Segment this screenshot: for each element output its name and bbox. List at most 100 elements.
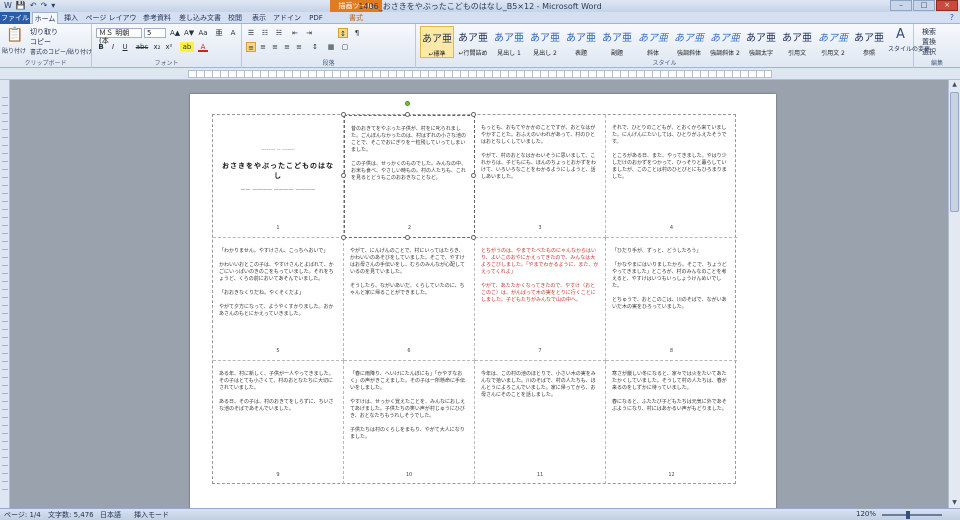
resize-handle[interactable]	[405, 112, 410, 117]
increase-indent-button[interactable]: ⇥	[304, 28, 314, 38]
grow-font-button[interactable]: A▲	[170, 28, 180, 38]
distributed-button[interactable]: ≡	[294, 42, 304, 52]
highlight-button[interactable]: ab	[180, 42, 194, 52]
tab-view[interactable]: 表示	[248, 12, 270, 24]
font-name-combo[interactable]: ＭＳ 明朝 (本	[96, 28, 142, 45]
style-10[interactable]: あア亜 引用文	[780, 26, 814, 58]
scroll-down-icon[interactable]: ▼	[949, 498, 960, 508]
zoom-slider-handle[interactable]	[906, 511, 910, 519]
zoom-level[interactable]: 120%	[856, 510, 876, 518]
label-cell-2[interactable]: 昔のおきてをやぶった子供が、村をに叱られました。ごんぼんなかったのは、村はずれの…	[344, 115, 475, 238]
paste-button[interactable]: 貼り付け	[2, 46, 26, 55]
decrease-indent-button[interactable]: ⇤	[290, 28, 300, 38]
label-cell-11[interactable]: 今年は、この村の池のほとりで、小さい木の実をみんなで拾いました。川のそばで、村の…	[475, 361, 606, 484]
underline-button[interactable]: U	[120, 42, 130, 52]
close-button[interactable]: ×	[936, 0, 958, 11]
style-5[interactable]: あア亜 副題	[600, 26, 634, 58]
tab-addins[interactable]: アドイン	[272, 12, 302, 24]
style-4[interactable]: あア亜 表題	[564, 26, 598, 58]
char-border-button[interactable]: A	[228, 28, 238, 38]
bold-button[interactable]: B	[96, 42, 106, 52]
line-spacing-button[interactable]: ↕	[310, 42, 320, 52]
label-cell-9[interactable]: ある年、村に新しく、子供が一人やってきました。その子はとても小さくて、村のおとな…	[213, 361, 344, 484]
subscript-button[interactable]: x₂	[152, 42, 162, 52]
font-size-combo[interactable]: 5	[144, 28, 166, 38]
label-cell-3[interactable]: もっとも、おもてやかかのことですが、おとなはがやかすことた。おふえのいわれがあっ…	[475, 115, 606, 238]
help-icon[interactable]: ?	[950, 13, 954, 22]
scroll-up-icon[interactable]: ▲	[949, 80, 960, 90]
style-8[interactable]: あア亜 強調斜体 2	[708, 26, 742, 58]
label-cell-5[interactable]: 「わかりません。やすけさん、こっちへおいで」 かわいいおとこの子は、やすけさんと…	[213, 238, 344, 361]
borders-button[interactable]: ▢	[340, 42, 350, 52]
label-cell-12[interactable]: 寒さが厳しい冬になると、家々では火をたいてあたたかくしていました。そうして村の人…	[606, 361, 737, 484]
italic-button[interactable]: I	[108, 42, 118, 52]
document-page[interactable]: -------- -- ------- おさきをやぶったこどものはなし —— ———…	[190, 94, 776, 508]
select-button[interactable]: 選択	[922, 47, 936, 57]
style-2[interactable]: あア亜 見出し 1	[492, 26, 526, 58]
style-11[interactable]: あア亜 引用文 2	[816, 26, 850, 58]
label-cell-4[interactable]: それで、ひとりのこどもが、とおくから来ていました。にんげんにたいしては、ひとりが…	[606, 115, 737, 238]
sort-button[interactable]: ↕	[338, 28, 348, 38]
tab-references[interactable]: 参考資料	[140, 12, 174, 24]
superscript-button[interactable]: x²	[164, 42, 174, 52]
clear-format-button[interactable]: Aa	[198, 28, 208, 38]
tab-review[interactable]: 校閲	[224, 12, 246, 24]
paste-icon[interactable]: 📋	[6, 28, 23, 42]
tab-mailings[interactable]: 差し込み文書	[178, 12, 222, 24]
label-cell-1[interactable]: -------- -- ------- おさきをやぶったこどものはなし —— ———…	[213, 115, 344, 238]
ruby-button[interactable]: 亜	[214, 28, 224, 38]
justify-button[interactable]: ≡	[282, 42, 292, 52]
maximize-button[interactable]: □	[913, 0, 935, 11]
resize-handle[interactable]	[341, 235, 346, 240]
bullets-button[interactable]: ☰	[246, 28, 256, 38]
copy-button[interactable]: コピー	[30, 37, 51, 47]
word-count[interactable]: 文字数: 5,476	[48, 510, 94, 520]
resize-handle[interactable]	[471, 112, 476, 117]
zoom-slider[interactable]	[882, 514, 942, 516]
style-9[interactable]: あア亜 強調太字	[744, 26, 778, 58]
resize-handle[interactable]	[341, 112, 346, 117]
insert-mode-indicator[interactable]: 挿入モード	[134, 510, 169, 520]
label-cell-7[interactable]: とちがうのは、やまでたべたものにゃんなからはいり、よいこのおやにかえってきたので…	[475, 238, 606, 361]
align-right-button[interactable]: ≡	[270, 42, 280, 52]
minimize-button[interactable]: –	[890, 0, 912, 11]
align-left-button[interactable]: ≡	[246, 42, 256, 52]
resize-handle[interactable]	[471, 235, 476, 240]
font-color-button[interactable]: A	[198, 42, 208, 52]
resize-handle[interactable]	[341, 173, 346, 178]
shading-button[interactable]: ▦	[326, 42, 336, 52]
shrink-font-button[interactable]: A▼	[184, 28, 194, 38]
vertical-ruler[interactable]	[0, 80, 10, 508]
style-3[interactable]: あア亜 見出し 2	[528, 26, 562, 58]
label-cell-8[interactable]: 「ひだり手が、ずっと、どうしたろう」 「かなやまにはいりましたから。そこで、ちょ…	[606, 238, 737, 361]
format-painter-button[interactable]: 書式のコピー/貼り付け	[30, 47, 92, 56]
language-indicator[interactable]: 日本語	[100, 510, 121, 520]
strikethrough-button[interactable]: abc	[134, 42, 150, 52]
tab-file[interactable]: ファイル	[0, 12, 30, 24]
style-6[interactable]: あア亜 斜体	[636, 26, 670, 58]
resize-handle[interactable]	[471, 173, 476, 178]
cut-button[interactable]: 切り取り	[30, 27, 58, 37]
style-12[interactable]: あア亜 参照	[852, 26, 886, 58]
find-button[interactable]: 検索	[922, 27, 936, 37]
tab-insert[interactable]: 挿入	[60, 12, 82, 24]
numbering-button[interactable]: ☷	[260, 28, 270, 38]
replace-button[interactable]: 置換	[922, 37, 936, 47]
rotate-handle[interactable]	[405, 101, 410, 106]
show-marks-button[interactable]: ¶	[352, 28, 362, 38]
resize-handle[interactable]	[405, 235, 410, 240]
horizontal-ruler[interactable]	[0, 68, 960, 80]
page-count[interactable]: ページ: 1/4	[4, 510, 41, 520]
change-styles-icon[interactable]: A	[896, 28, 905, 41]
style-7[interactable]: あア亜 強調斜体	[672, 26, 706, 58]
tab-home[interactable]: ホーム	[32, 12, 58, 24]
tab-pdf[interactable]: PDF	[304, 12, 328, 24]
vertical-scrollbar[interactable]: ▲ ▼	[948, 80, 960, 508]
multilevel-button[interactable]: ☵	[274, 28, 284, 38]
label-cell-6[interactable]: やがて、にんげんのことで、村にいってはたらき、かわいいのあそびをしていました。そ…	[344, 238, 475, 361]
tab-page-layout[interactable]: ページ レイアウト	[84, 12, 138, 34]
label-cell-10[interactable]: 「春に雨降り、へいけにたんぼにも」「かやすなおく」の声がきこえました。その子は一…	[344, 361, 475, 484]
scroll-thumb[interactable]	[950, 92, 959, 212]
style-1[interactable]: あア亜 ↵行間詰め	[456, 26, 490, 58]
document-canvas[interactable]: -------- -- ------- おさきをやぶったこどものはなし —— ———…	[10, 80, 948, 508]
